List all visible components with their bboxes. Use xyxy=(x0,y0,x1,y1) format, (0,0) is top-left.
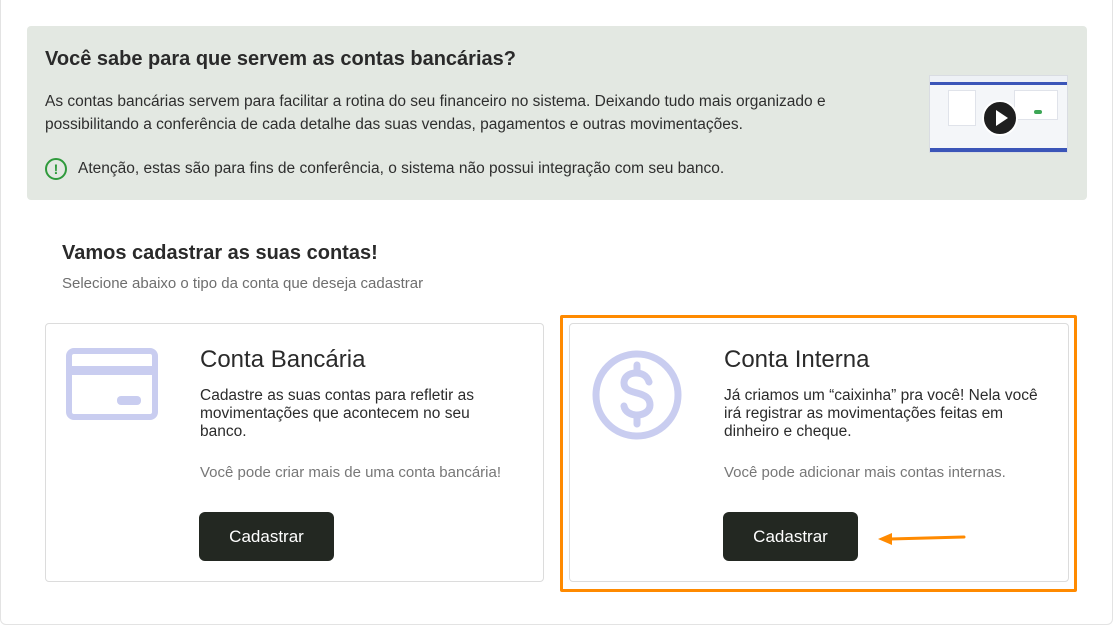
card-conta-bancaria: Conta Bancária Cadastre as suas contas p… xyxy=(45,323,544,582)
play-button[interactable] xyxy=(982,100,1018,136)
video-preview-navbar xyxy=(930,82,1067,85)
banner-warning: ! Atenção, estas são para fins de confer… xyxy=(45,158,724,180)
card-title: Conta Bancária xyxy=(200,346,366,373)
video-preview-panel xyxy=(1014,90,1058,120)
banner-title: Você sabe para que servem as contas banc… xyxy=(45,48,516,70)
banner-warning-text: Atenção, estas são para fins de conferên… xyxy=(78,160,725,177)
alert-circle-icon: ! xyxy=(45,158,67,180)
card-description: Cadastre as suas contas para refletir as… xyxy=(200,387,474,440)
play-icon xyxy=(995,110,1008,126)
video-thumbnail[interactable] xyxy=(929,75,1068,153)
section-subtitle: Selecione abaixo o tipo da conta que des… xyxy=(62,275,424,292)
highlight-box xyxy=(560,315,1077,592)
banner-description: As contas bancárias servem para facilita… xyxy=(45,93,826,133)
section-title: Vamos cadastrar as suas contas! xyxy=(62,242,378,264)
video-preview-button xyxy=(1034,110,1042,114)
credit-card-icon xyxy=(66,348,160,429)
card-note: Você pode criar mais de uma conta bancár… xyxy=(200,464,502,481)
info-banner: Você sabe para que servem as contas banc… xyxy=(27,26,1087,200)
video-preview-footer xyxy=(930,148,1067,152)
video-preview-panel xyxy=(948,90,976,126)
arrow-annotation-icon xyxy=(878,533,966,545)
cadastrar-conta-bancaria-button[interactable]: Cadastrar xyxy=(199,512,334,561)
